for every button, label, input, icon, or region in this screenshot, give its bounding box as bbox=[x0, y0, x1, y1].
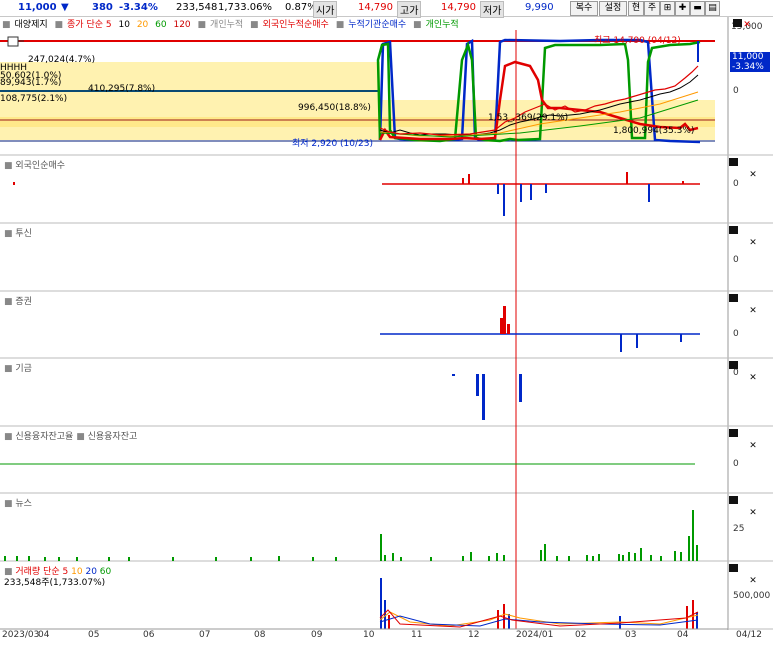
settings-icon[interactable] bbox=[729, 496, 738, 504]
volume-profile-label: 247,024(4.7%) bbox=[28, 55, 96, 65]
settings-icon[interactable] bbox=[733, 19, 742, 27]
news-bars bbox=[4, 510, 698, 561]
panel-title-trust[interactable]: ■ 투신 bbox=[4, 226, 32, 239]
fund-bars bbox=[452, 374, 522, 420]
panel-title-news[interactable]: ■ 뉴스 bbox=[4, 496, 32, 509]
axis-zero-label: 0 bbox=[733, 86, 739, 96]
settings-icon[interactable] bbox=[729, 158, 738, 166]
axis-tick-label: 500,000 bbox=[733, 591, 771, 601]
settings-icon[interactable] bbox=[729, 361, 738, 369]
close-icon[interactable]: ✕ bbox=[749, 577, 757, 586]
volume-profile-label: 410,295(7.8%) bbox=[88, 84, 156, 94]
axis-zero-label: 0 bbox=[733, 459, 739, 469]
panel-controls[interactable]: ✕ bbox=[729, 226, 757, 248]
volume-profile-label: 108,775(2.1%) bbox=[0, 94, 68, 104]
close-icon[interactable]: ✕ bbox=[749, 171, 757, 180]
panel-controls[interactable]: ✕ bbox=[729, 496, 757, 518]
panel-controls[interactable]: ✕ bbox=[729, 429, 757, 451]
current-price-tag-value: 11,000 bbox=[732, 52, 764, 62]
panel-title-foreign[interactable]: ■ 외국인순매수 bbox=[4, 158, 65, 171]
x-axis-label: 03 bbox=[625, 630, 637, 640]
x-axis-label: 2023/03 bbox=[2, 630, 40, 640]
axis-zero-label: 0 bbox=[733, 255, 739, 265]
panel-controls[interactable]: ✕ bbox=[729, 158, 757, 180]
low-price-label: 최저 2,920 (10/23) bbox=[292, 139, 374, 149]
x-axis-label: 08 bbox=[254, 630, 266, 640]
securities-bars bbox=[380, 306, 700, 352]
settings-icon[interactable] bbox=[729, 564, 738, 572]
x-axis-label: 11 bbox=[411, 630, 423, 640]
x-axis-label: 06 bbox=[143, 630, 155, 640]
x-axis-label: 02 bbox=[575, 630, 587, 640]
close-icon[interactable]: ✕ bbox=[749, 239, 757, 248]
panel-title-credit[interactable]: ■ 신용융자잔고율 ■ 신용융자잔고 bbox=[4, 429, 137, 442]
panel-controls[interactable]: ✕ bbox=[729, 361, 757, 383]
axis-zero-label: 0 bbox=[733, 179, 739, 189]
panel-controls[interactable]: ✕ bbox=[729, 564, 757, 586]
x-axis-label: 09 bbox=[311, 630, 323, 640]
volume-value-label: 233,548주(1,733.07%) bbox=[4, 578, 106, 588]
high-price-label: 최고 14,790 (04/12) bbox=[594, 36, 681, 46]
axis-tick-label: 25 bbox=[733, 524, 745, 534]
x-axis-label: 07 bbox=[199, 630, 211, 640]
axis-zero-label: 0 bbox=[733, 329, 739, 339]
collapse-icon[interactable] bbox=[7, 36, 19, 47]
x-axis-label: 2024/01 bbox=[516, 630, 554, 640]
x-axis-label: 05 bbox=[88, 630, 100, 640]
volume-profile-label: 89,943(1.7%) bbox=[0, 78, 62, 88]
close-icon[interactable]: ✕ bbox=[749, 509, 757, 518]
current-price-tag-pct: -3.34% bbox=[732, 62, 764, 72]
x-axis-label: 04 bbox=[38, 630, 50, 640]
x-axis-label: 04/12 bbox=[736, 630, 762, 640]
volume-profile-label: 1,800,994(35.3%) bbox=[613, 126, 695, 136]
volume-bars bbox=[379, 578, 699, 629]
close-icon[interactable]: ✕ bbox=[749, 307, 757, 316]
settings-icon[interactable] bbox=[729, 294, 738, 302]
current-price-tag: 11,000 -3.34% bbox=[730, 52, 770, 72]
panel-title-fund[interactable]: ■ 기금 bbox=[4, 361, 32, 374]
chart-canvas[interactable] bbox=[0, 0, 773, 645]
volume-profile-label: 1,53_,369(29.1%) bbox=[488, 113, 569, 123]
settings-icon[interactable] bbox=[729, 226, 738, 234]
panel-title-securities[interactable]: ■ 증권 bbox=[4, 294, 32, 307]
settings-icon[interactable] bbox=[729, 429, 738, 437]
x-axis-label: 12 bbox=[468, 630, 480, 640]
foreign-net-buy-bars bbox=[13, 172, 700, 216]
close-icon[interactable]: ✕ bbox=[743, 21, 751, 30]
close-icon[interactable]: ✕ bbox=[749, 442, 757, 451]
x-axis-label: 10 bbox=[363, 630, 375, 640]
x-axis-label: 04 bbox=[677, 630, 689, 640]
volume-profile-label: 996,450(18.8%) bbox=[298, 103, 371, 113]
panel-controls[interactable]: ✕ bbox=[733, 19, 753, 30]
close-icon[interactable]: ✕ bbox=[749, 374, 757, 383]
panel-controls[interactable]: ✕ bbox=[729, 294, 757, 316]
